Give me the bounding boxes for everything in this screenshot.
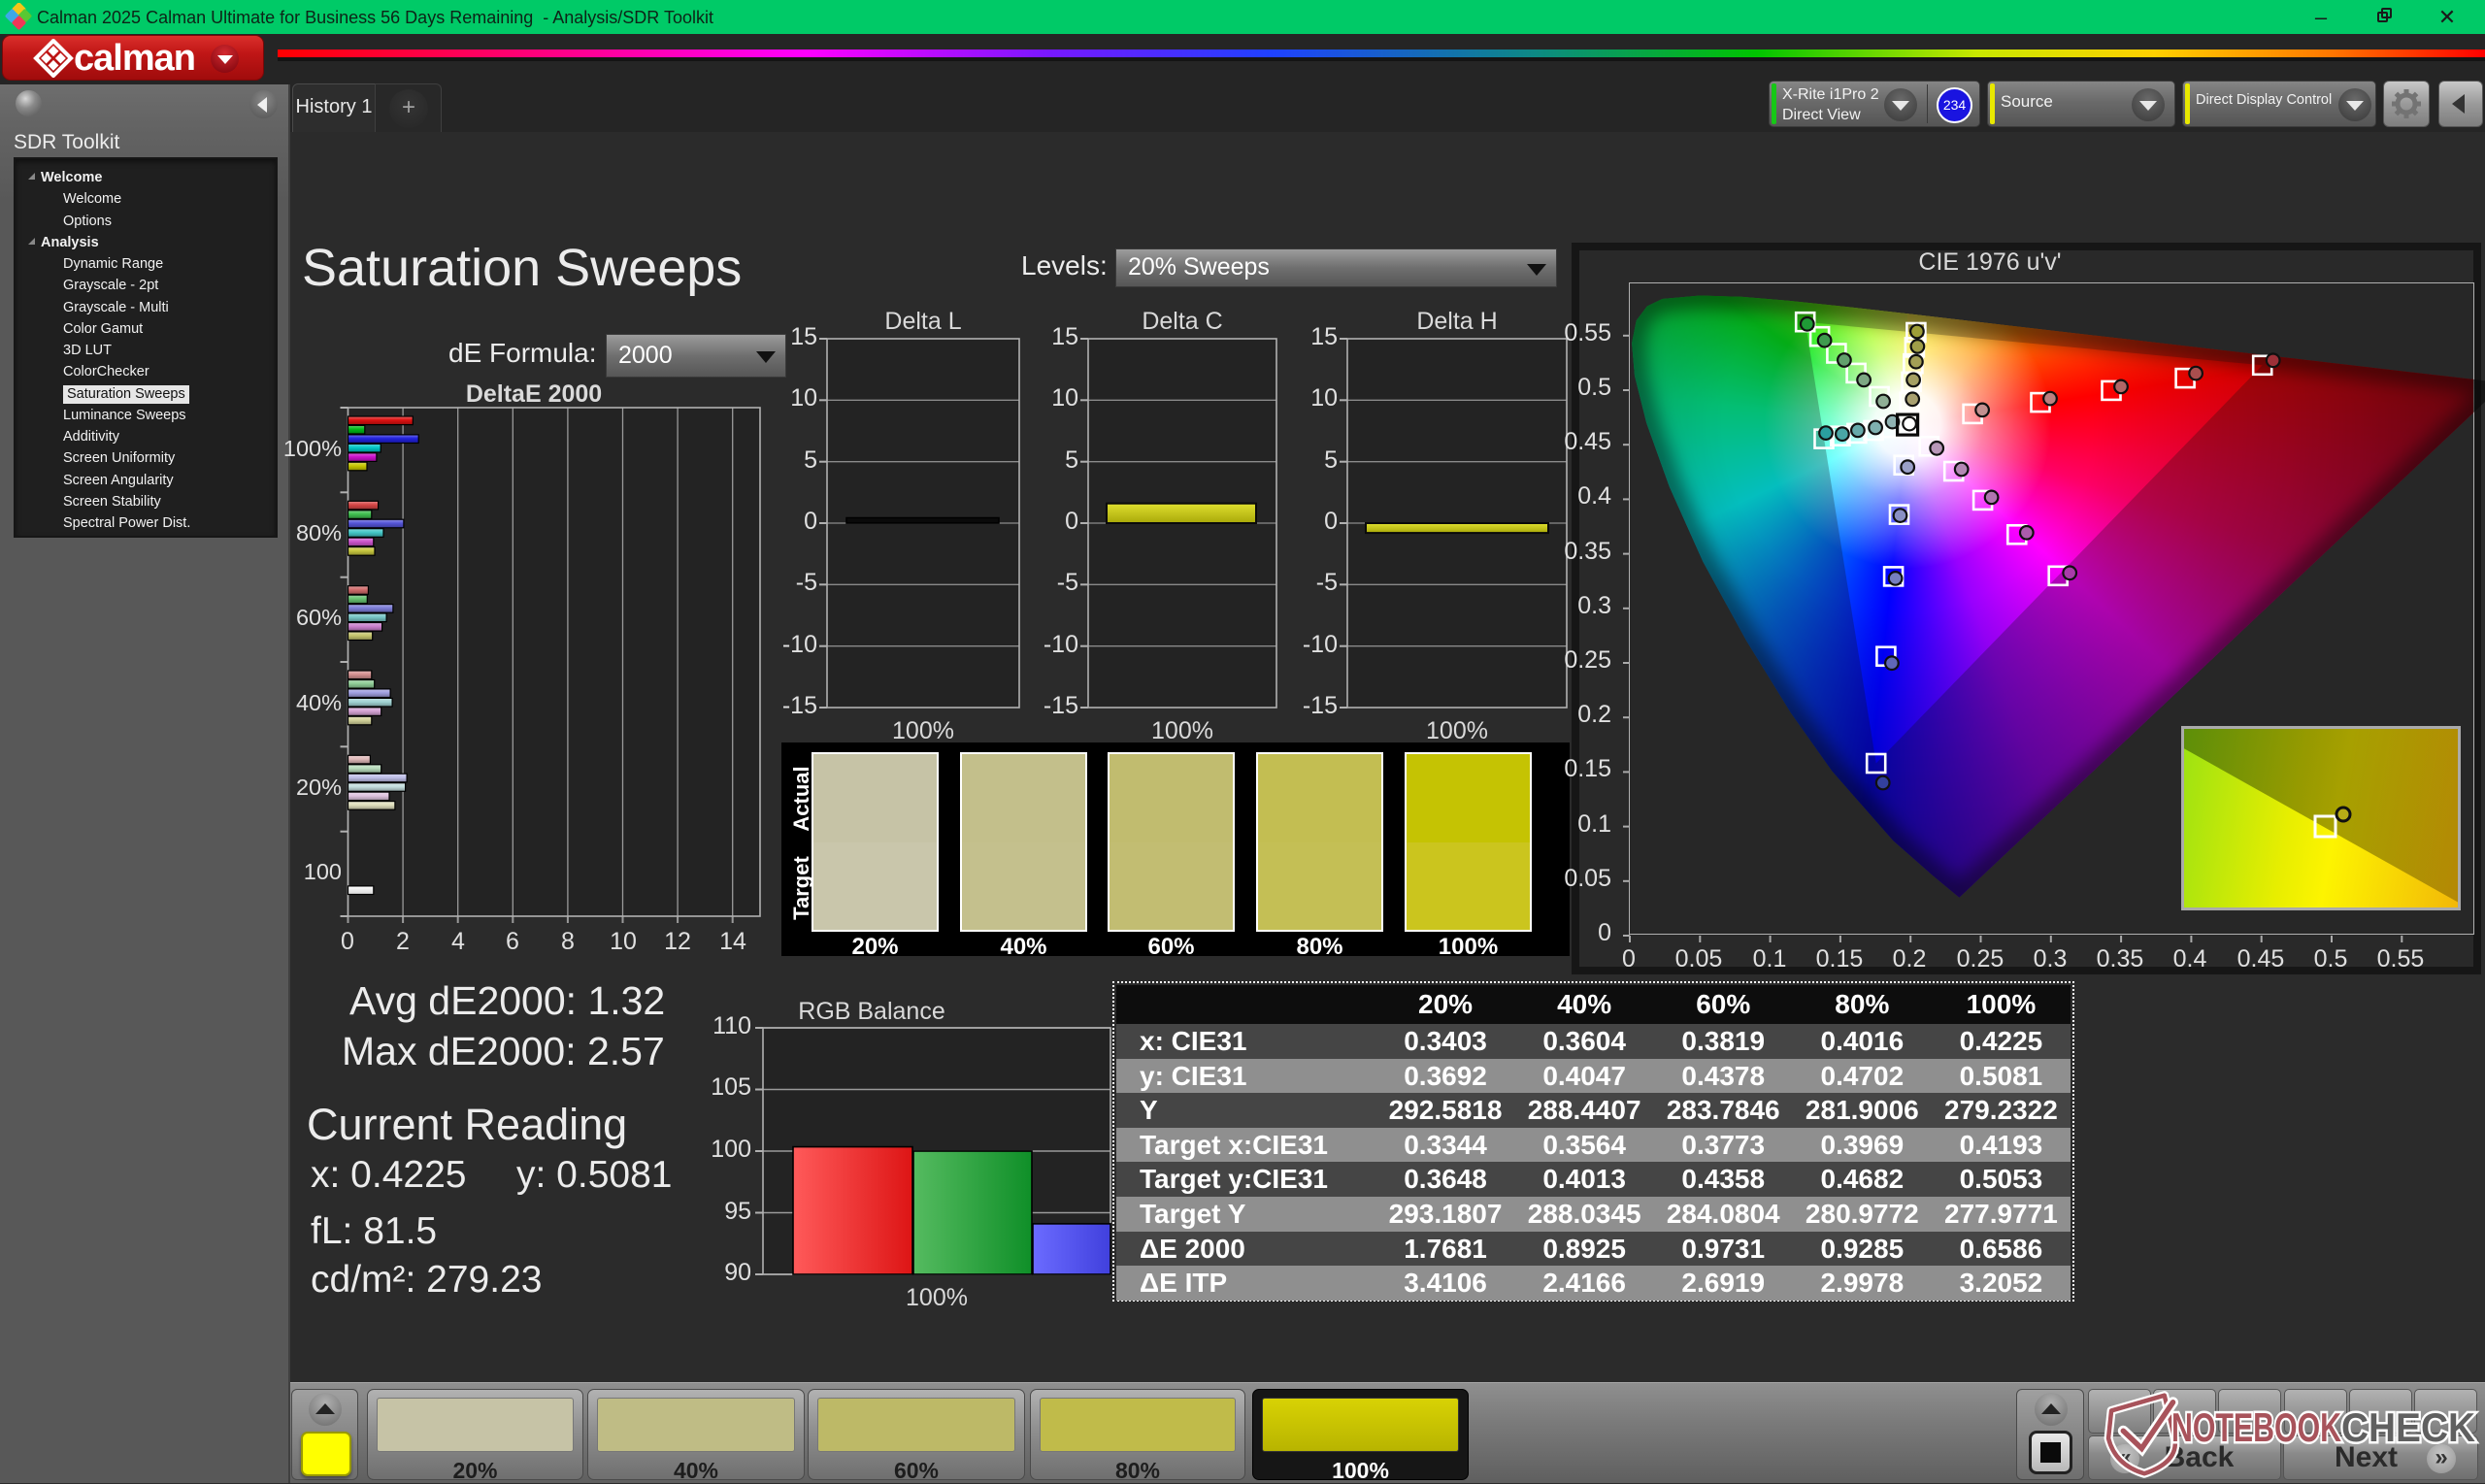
svg-text:NOTEBOOK: NOTEBOOK <box>2171 1404 2341 1450</box>
svg-text:CHECK: CHECK <box>2341 1404 2475 1450</box>
